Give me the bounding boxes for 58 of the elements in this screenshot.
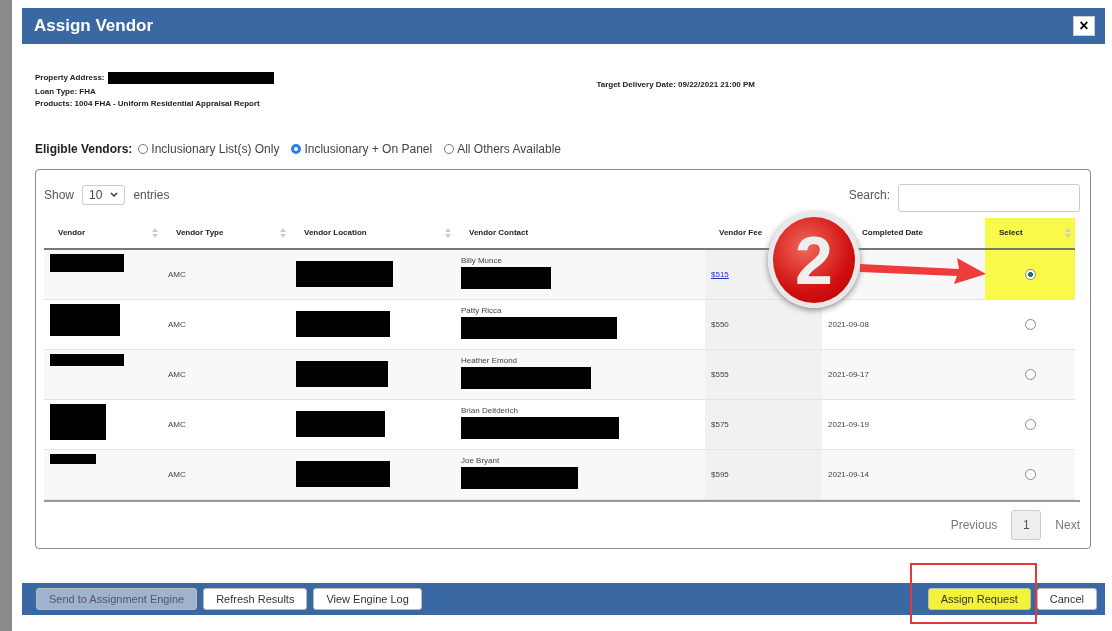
contact-name: Billy Munce: [461, 255, 503, 265]
completed-date: 2021-09-14: [828, 469, 870, 479]
eligible-vendors-label: Eligible Vendors:: [35, 141, 133, 156]
next-link[interactable]: Next: [1055, 517, 1080, 532]
vendor-fee: $575: [711, 419, 729, 429]
footer-button[interactable]: Assign Request: [927, 587, 1031, 610]
page-button[interactable]: 1: [1011, 509, 1042, 540]
show-label: Show: [44, 187, 75, 202]
vendor-type: AMC: [168, 469, 187, 479]
vendor-fee: $550: [711, 319, 729, 329]
column-header[interactable]: Vendor Type: [176, 228, 224, 238]
vendor-type: AMC: [168, 319, 187, 329]
column-header[interactable]: Completed Date: [862, 228, 923, 238]
select-radio[interactable]: [1024, 368, 1036, 380]
select-radio[interactable]: [1024, 268, 1036, 280]
radio-label[interactable]: Inclusionary List(s) Only: [151, 141, 280, 156]
property-address-label: Property Address:: [35, 73, 105, 83]
column-header[interactable]: Vendor Contact: [469, 228, 529, 238]
contact-name: Joe Bryant: [461, 455, 501, 465]
contact-name: Brian Deitderich: [461, 405, 519, 415]
column-header[interactable]: Vendor Fee: [719, 228, 763, 238]
contact-name: Heather Emond: [461, 355, 519, 365]
close-button[interactable]: ×: [1073, 15, 1095, 36]
vendor-fee: $555: [711, 369, 729, 379]
column-header[interactable]: Vendor: [58, 228, 86, 238]
loan-type: Loan Type: FHA: [35, 86, 97, 96]
footer-button[interactable]: Refresh Results: [203, 587, 308, 610]
vendor-type: AMC: [168, 269, 187, 279]
completed-date: 2021-09-17: [828, 369, 870, 379]
footer-button[interactable]: View Engine Log: [313, 587, 422, 610]
vendor-type: AMC: [168, 369, 187, 379]
products: Products: 1004 FHA - Uniform Residential Appraisal Report: [35, 98, 261, 108]
completed-date: 2021-09-08: [828, 319, 870, 329]
fee-link[interactable]: $515: [711, 269, 729, 279]
target-delivery-date: Target Delivery Date: 09/22/2021 21:00 PM: [596, 79, 755, 89]
radio-button[interactable]: [138, 143, 149, 154]
select-radio[interactable]: [1024, 468, 1036, 480]
radio-label[interactable]: Inclusionary + On Panel: [304, 141, 433, 156]
step-badge: 2: [768, 212, 860, 308]
vendor-fee: $595: [711, 469, 729, 479]
page-size-select[interactable]: 10: [82, 184, 126, 205]
select-radio[interactable]: [1024, 418, 1036, 430]
select-radio[interactable]: [1024, 318, 1036, 330]
contact-name: Patty Ricca: [461, 305, 503, 315]
radio-button[interactable]: [291, 143, 302, 154]
search-label: Search:: [848, 187, 890, 202]
dialog-title: Assign Vendor: [34, 15, 154, 36]
radio-label[interactable]: All Others Available: [457, 141, 561, 156]
radio-button[interactable]: [444, 143, 455, 154]
chevron-down-icon: [110, 191, 119, 198]
footer-button[interactable]: Cancel: [1036, 587, 1097, 610]
column-header[interactable]: Vendor Location: [304, 228, 367, 238]
completed-date: 2021-09-19: [828, 419, 870, 429]
vendor-type: AMC: [168, 419, 187, 429]
search-field[interactable]: [898, 183, 1080, 212]
column-header[interactable]: Select: [999, 228, 1023, 238]
entries-label: entries: [133, 187, 170, 202]
previous-link[interactable]: Previous: [950, 517, 998, 532]
